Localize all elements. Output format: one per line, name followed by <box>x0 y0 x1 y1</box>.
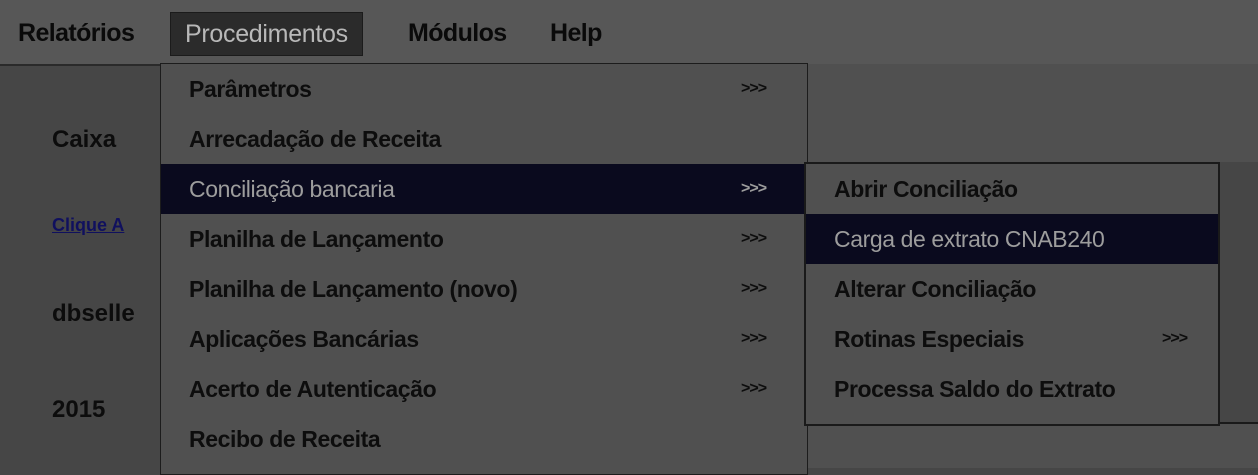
menu-item-label: Recibo de Receita <box>189 426 381 452</box>
year-label: 2015 <box>52 396 106 423</box>
submenu-item-abrir[interactable]: Abrir Conciliação <box>806 164 1218 214</box>
menu-bar: Relatórios Procedimentos Módulos Help <box>0 0 1258 66</box>
menu-item-label: Planilha de Lançamento <box>189 226 444 252</box>
menu-item-label: Rotinas Especiais <box>834 326 1025 352</box>
menu-item-recibo[interactable]: Recibo de Receita <box>161 414 807 464</box>
menu-procedimentos[interactable]: Procedimentos <box>170 12 363 56</box>
menu-item-label: Conciliação bancaria <box>189 176 395 202</box>
menu-item-arrecadacao[interactable]: Arrecadação de Receita <box>161 114 807 164</box>
procedimentos-dropdown: Parâmetros >>> Arrecadação de Receita Co… <box>160 63 808 475</box>
menu-item-label: Planilha de Lançamento (novo) <box>189 276 518 302</box>
content-panel-top <box>806 64 1258 162</box>
menu-item-label: Processa Saldo do Extrato <box>834 376 1116 402</box>
menu-item-label: Parâmetros <box>189 76 312 102</box>
submenu-arrow-icon: >>> <box>1162 330 1188 347</box>
menu-item-planilha-novo[interactable]: Planilha de Lançamento (novo) >>> <box>161 264 807 314</box>
submenu-item-rotinas[interactable]: Rotinas Especiais >>> <box>806 314 1218 364</box>
submenu-arrow-icon: >>> <box>741 330 767 347</box>
submenu-arrow-icon: >>> <box>741 380 767 397</box>
menu-item-planilha[interactable]: Planilha de Lançamento >>> <box>161 214 807 264</box>
menu-item-label: Abrir Conciliação <box>834 176 1018 202</box>
click-here-link[interactable]: Clique A <box>52 215 124 236</box>
content-panel-bottom <box>806 422 1258 468</box>
submenu-arrow-icon: >>> <box>741 230 767 247</box>
menu-relatorios[interactable]: Relatórios <box>18 12 135 54</box>
conciliacao-submenu: Abrir Conciliação Carga de extrato CNAB2… <box>804 162 1220 426</box>
caixa-label: Caixa <box>52 126 117 153</box>
menu-modulos[interactable]: Módulos <box>408 12 507 54</box>
menu-item-label: Acerto de Autenticação <box>189 376 437 402</box>
submenu-arrow-icon: >>> <box>741 80 767 97</box>
menu-help[interactable]: Help <box>550 12 602 54</box>
submenu-item-alterar[interactable]: Alterar Conciliação <box>806 264 1218 314</box>
menu-item-aplicacoes[interactable]: Aplicações Bancárias >>> <box>161 314 807 364</box>
submenu-arrow-icon: >>> <box>741 280 767 297</box>
user-label: dbselle <box>52 300 135 327</box>
submenu-arrow-icon: >>> <box>741 180 767 197</box>
submenu-item-carga-extrato[interactable]: Carga de extrato CNAB240 <box>806 214 1218 264</box>
submenu-item-processa-saldo[interactable]: Processa Saldo do Extrato <box>806 364 1218 414</box>
menu-item-label: Alterar Conciliação <box>834 276 1037 302</box>
menu-item-label: Carga de extrato CNAB240 <box>834 226 1105 252</box>
menu-item-label: Aplicações Bancárias <box>189 326 419 352</box>
menu-item-acerto[interactable]: Acerto de Autenticação >>> <box>161 364 807 414</box>
menu-item-conciliacao[interactable]: Conciliação bancaria >>> <box>161 164 807 214</box>
menu-item-label: Arrecadação de Receita <box>189 126 442 152</box>
menu-item-parametros[interactable]: Parâmetros >>> <box>161 64 807 114</box>
